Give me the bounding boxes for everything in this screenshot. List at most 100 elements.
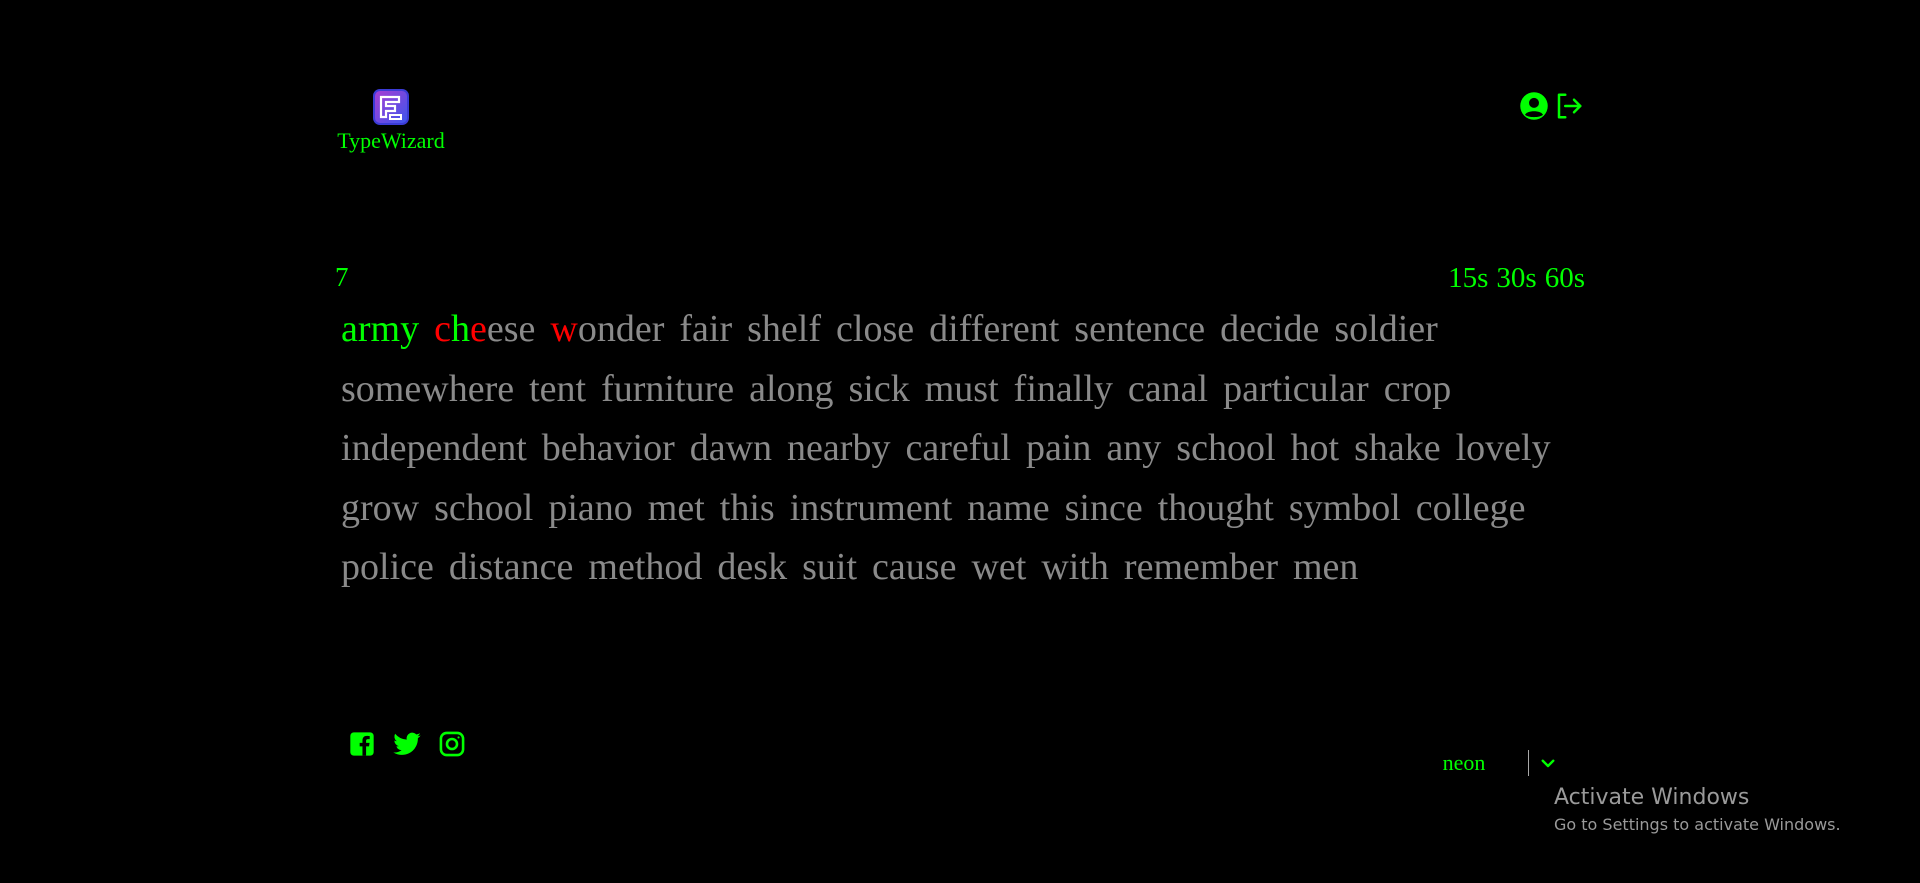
- instagram-icon[interactable]: [436, 728, 467, 759]
- word-char-untyped: e: [780, 308, 798, 350]
- time-mode-15s[interactable]: 15s: [1448, 262, 1488, 295]
- word-char-untyped: l: [1000, 427, 1011, 469]
- word-char-untyped: l: [522, 486, 534, 529]
- word-char-untyped: s: [848, 367, 864, 410]
- word-char-untyped: l: [852, 308, 864, 350]
- word-char-untyped: s: [503, 308, 519, 350]
- word-char-untyped: n: [497, 427, 517, 469]
- word-char-untyped: e: [634, 308, 652, 350]
- word-char-untyped: c: [1415, 486, 1433, 529]
- word-char-untyped: l: [1197, 367, 1209, 410]
- word-char-untyped: a: [577, 486, 595, 529]
- word-char-untyped: l: [1451, 486, 1463, 529]
- word-char-untyped: d: [1378, 308, 1398, 350]
- word-char-untyped: t: [694, 486, 705, 529]
- word-char-untyped: e: [1504, 427, 1522, 469]
- word-char-untyped: s: [1176, 427, 1192, 469]
- word-char-correct: m: [370, 308, 401, 350]
- word-char-untyped: b: [852, 427, 872, 469]
- word-char-untyped: d: [929, 308, 949, 350]
- word-char-untyped: b: [541, 427, 561, 469]
- word-char-untyped: h: [448, 367, 468, 410]
- typing-area[interactable]: army cheese wonder fair shelf close different s…: [341, 300, 1601, 598]
- word-char-untyped: a: [708, 427, 726, 469]
- word-char-untyped: d: [1220, 308, 1240, 350]
- word-char-untyped: s: [1288, 486, 1304, 529]
- word: somewhere: [341, 360, 514, 420]
- word-char-untyped: s: [753, 546, 769, 588]
- word-char-untyped: e: [951, 427, 969, 469]
- word-char-untyped: o: [613, 486, 633, 529]
- word-char-untyped: a: [922, 427, 940, 469]
- word-char-untyped: s: [819, 486, 835, 529]
- word-char-untyped: g: [814, 367, 834, 410]
- word: army: [341, 300, 419, 360]
- word-char-untyped: e: [1012, 308, 1030, 350]
- word-char-untyped: s: [973, 367, 989, 410]
- word-char-untyped: t: [941, 486, 953, 529]
- word-char-untyped: t: [516, 427, 527, 469]
- word-char-untyped: i: [789, 486, 801, 529]
- word-char-untyped: e: [404, 367, 422, 410]
- watermark-title: Activate Windows: [1554, 785, 1750, 810]
- word-char-untyped: r: [360, 486, 373, 529]
- word-char-untyped: d: [370, 427, 390, 469]
- word-char-untyped: f: [968, 427, 982, 469]
- chevron-down-icon[interactable]: [1537, 752, 1559, 774]
- word-char-untyped: a: [1144, 367, 1162, 410]
- word-char-untyped: l: [1264, 427, 1276, 469]
- word-char-untyped: o: [1309, 427, 1329, 469]
- word-char-untyped: m: [374, 367, 405, 410]
- word-char-untyped: e: [1508, 486, 1526, 529]
- time-mode-60s[interactable]: 60s: [1545, 262, 1585, 295]
- word-char-untyped: n: [596, 308, 616, 350]
- word-char-untyped: e: [539, 367, 557, 410]
- word-char-untyped: h: [1244, 486, 1264, 529]
- word-char-untyped: c: [1256, 308, 1273, 350]
- word-char-untyped: i: [341, 427, 352, 469]
- word-char-untyped: e: [389, 427, 407, 469]
- facebook-icon[interactable]: [346, 728, 377, 759]
- word-char-untyped: c: [1292, 367, 1310, 410]
- word-char-untyped: e: [417, 546, 434, 588]
- word: men: [1293, 538, 1358, 598]
- word: name: [967, 479, 1049, 539]
- word-char-untyped: i: [863, 367, 874, 410]
- word-char-untyped: w: [391, 486, 420, 529]
- logout-icon[interactable]: [1553, 90, 1585, 122]
- word: grow: [341, 479, 419, 539]
- word: careful: [905, 419, 1011, 479]
- word-char-untyped: n: [1029, 308, 1049, 350]
- word-char-untyped: o: [577, 308, 597, 350]
- word: hot: [1291, 419, 1340, 479]
- word-char-untyped: h: [1368, 427, 1388, 469]
- word-char-untyped: e: [1472, 486, 1490, 529]
- word-char-untyped: g: [341, 486, 360, 529]
- word-char-untyped: u: [981, 427, 1001, 469]
- word-char-untyped: i: [1061, 427, 1073, 469]
- word-char-untyped: h: [761, 308, 781, 350]
- word-char-untyped: r: [719, 308, 733, 350]
- word-char-untyped: o: [360, 546, 379, 588]
- word-char-untyped: i: [948, 308, 959, 350]
- word-char-untyped: e: [806, 427, 823, 469]
- theme-select[interactable]: neon: [1400, 746, 1570, 780]
- word-char-untyped: c: [1171, 308, 1189, 350]
- time-mode-30s[interactable]: 30s: [1496, 262, 1536, 295]
- word-char-untyped: o: [1466, 427, 1486, 469]
- word: nearby: [787, 419, 890, 479]
- app-logo[interactable]: TypeWizard: [335, 88, 447, 154]
- word-char-untyped: s: [747, 308, 762, 350]
- word-char-untyped: r: [1425, 308, 1438, 350]
- user-circle-icon[interactable]: [1518, 90, 1550, 122]
- twitter-icon[interactable]: [391, 728, 422, 759]
- word-char-untyped: l: [1462, 486, 1473, 529]
- word: behavior: [542, 419, 675, 479]
- word-char-untyped: e: [497, 367, 515, 410]
- word: canal: [1128, 360, 1208, 420]
- word: different: [929, 300, 1059, 360]
- word-char-untyped: u: [905, 546, 925, 588]
- word-char-untyped: a: [1339, 367, 1357, 410]
- word-char-untyped: t: [988, 367, 999, 410]
- time-mode-selector: 15s 30s 60s: [1448, 262, 1585, 295]
